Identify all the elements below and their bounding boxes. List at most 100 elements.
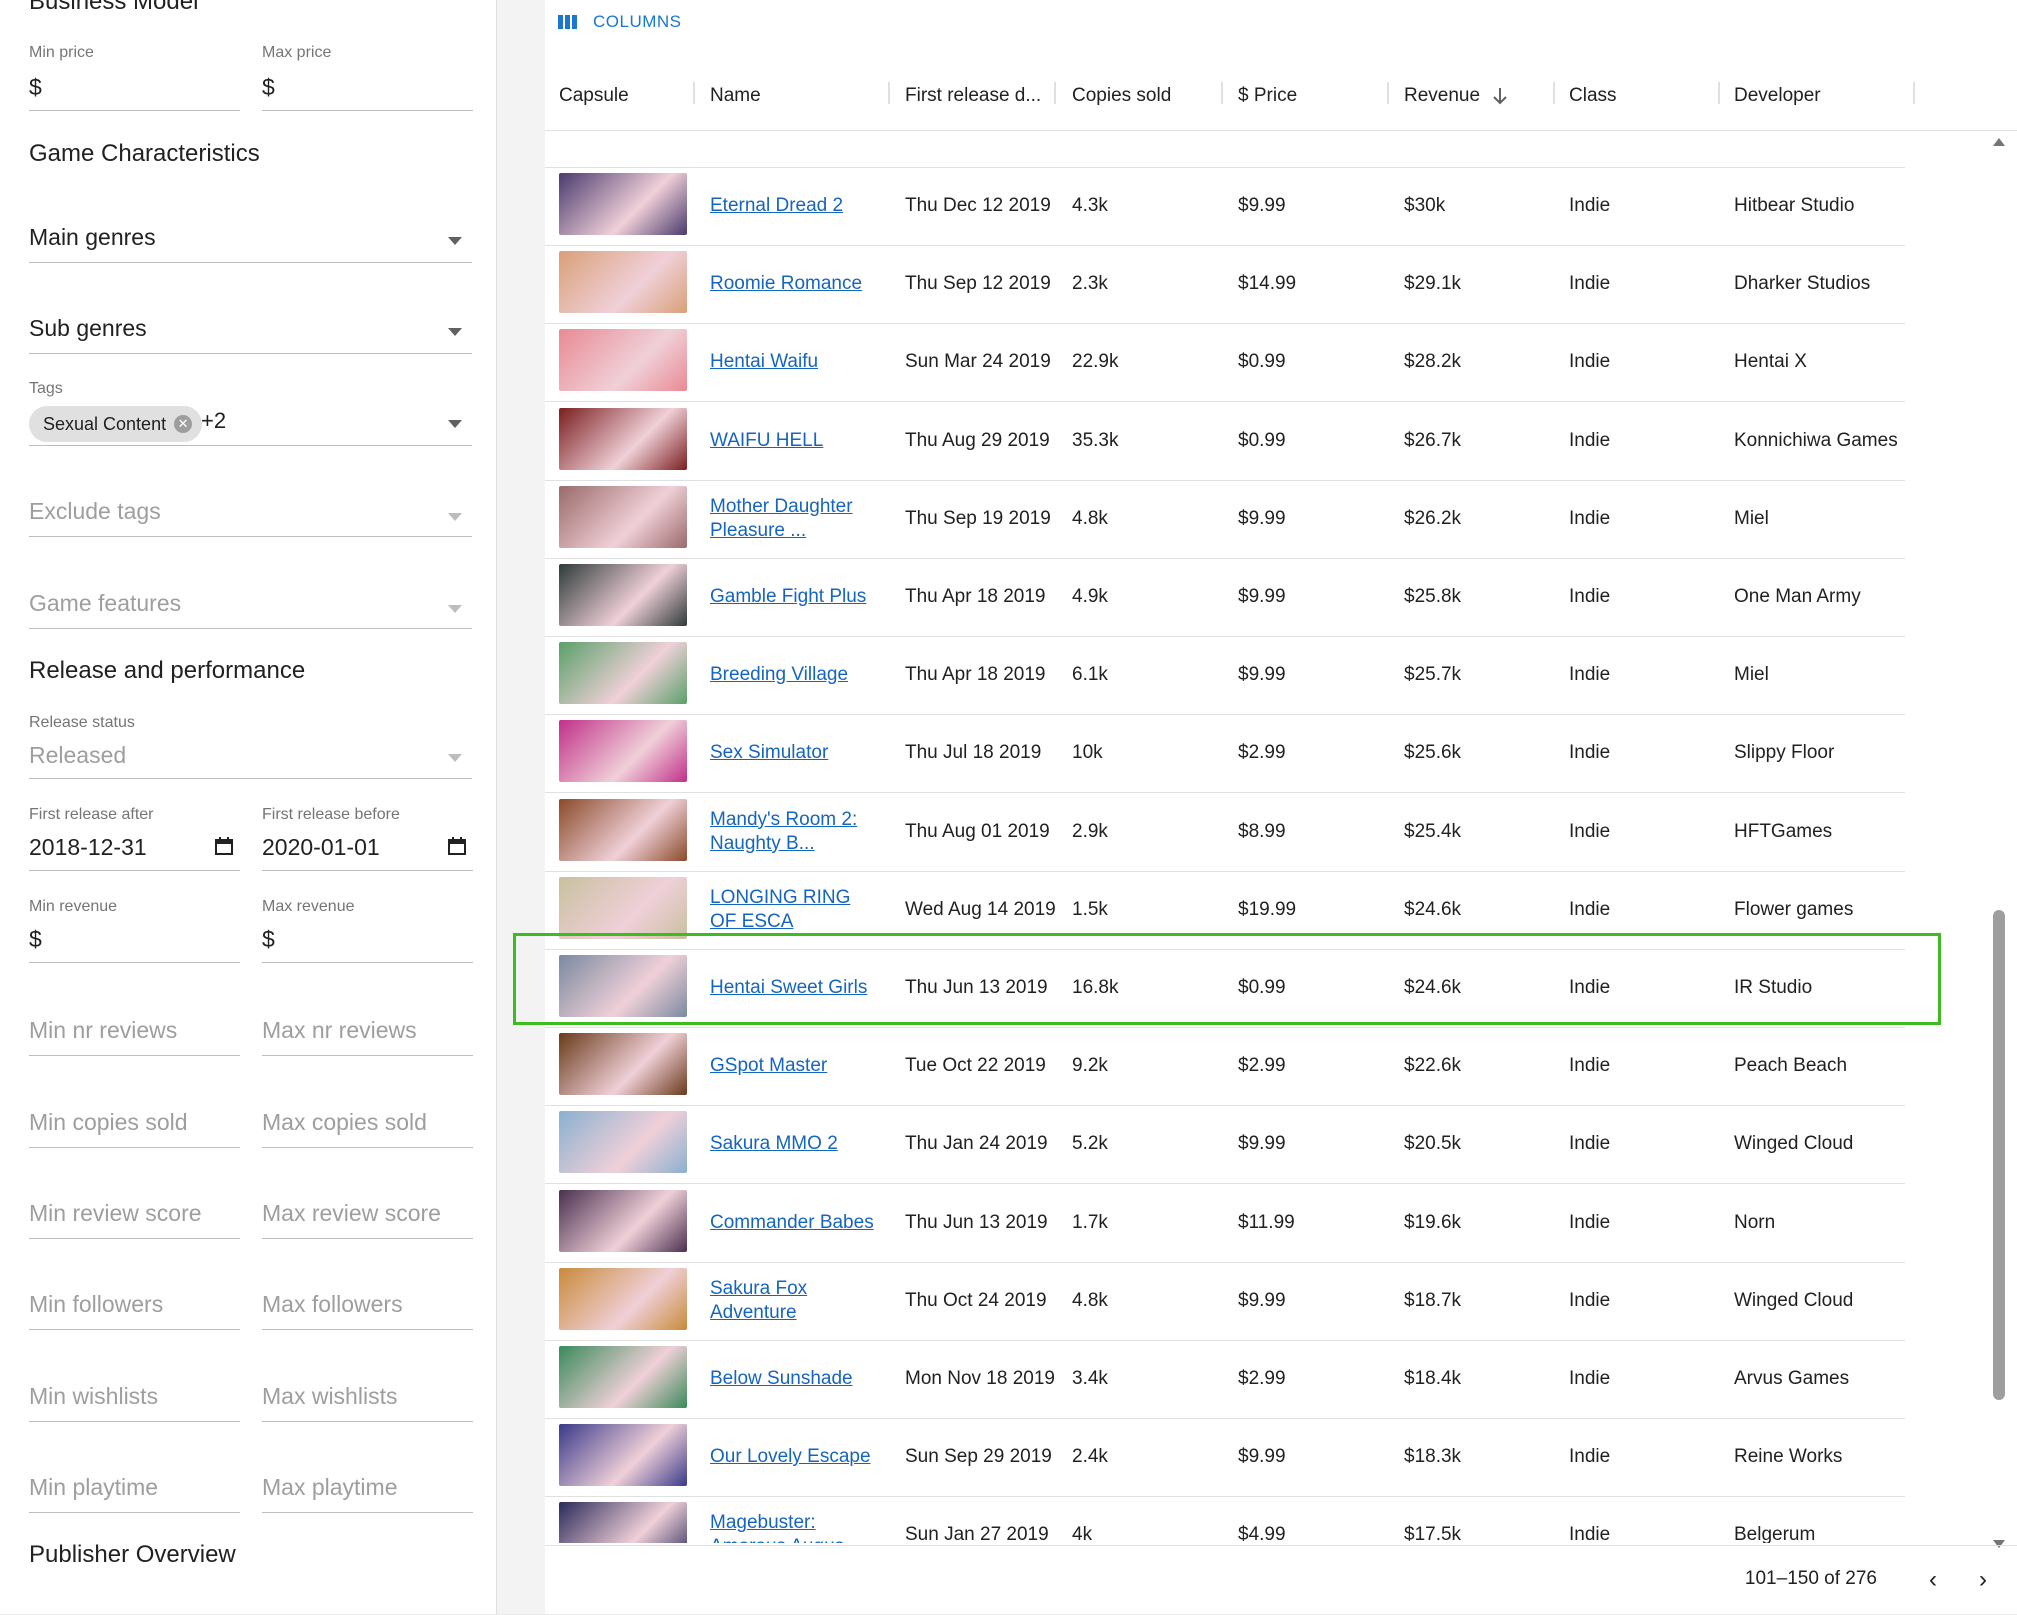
game-link[interactable]: Sakura MMO 2 <box>710 1132 838 1156</box>
header-capsule[interactable]: Capsule <box>559 62 629 130</box>
max-review-score-field[interactable]: Max review score <box>262 1200 473 1240</box>
header-copies-sold[interactable]: Copies sold <box>1072 62 1171 130</box>
table-row[interactable]: Commander Babes Thu Jun 13 2019 1.7k $11.99… <box>545 1184 1905 1263</box>
column-resizer[interactable] <box>1221 82 1223 104</box>
column-resizer[interactable] <box>1553 82 1555 104</box>
game-link[interactable]: Gamble Fight Plus <box>710 585 866 609</box>
game-link[interactable]: Hentai Waifu <box>710 350 818 374</box>
table-row[interactable]: Eternal Dread 2 Thu Dec 12 2019 4.3k $9.99 $… <box>545 167 1905 246</box>
max-nr-reviews-field[interactable]: Max nr reviews <box>262 1017 473 1057</box>
game-link[interactable]: Mandy's Room 2: Naughty B... <box>710 808 880 856</box>
first-release-before-field[interactable]: First release before 2020-01-01 <box>262 806 473 872</box>
first-release-after-field[interactable]: First release after 2018-12-31 <box>29 806 240 872</box>
game-link[interactable]: Hentai Sweet Girls <box>710 976 867 1000</box>
game-link[interactable]: Mother Daughter Pleasure ... <box>710 495 880 543</box>
table-row[interactable]: Roomie Romance Thu Sep 12 2019 2.3k $14.99 $… <box>545 245 1905 325</box>
table-row[interactable]: Below Sunshade Mon Nov 18 2019 3.4k $2.99 $1… <box>545 1340 1905 1419</box>
columns-icon <box>558 15 577 29</box>
table-row[interactable]: Hentai Sweet Girls Thu Jun 13 2019 16.8k $0… <box>545 949 1905 1028</box>
cell-developer: Miel <box>1734 507 1769 529</box>
column-resizer[interactable] <box>1718 82 1720 104</box>
header-name[interactable]: Name <box>710 62 761 130</box>
release-status-select[interactable]: Release status Released <box>29 714 472 780</box>
column-resizer[interactable] <box>1054 82 1056 104</box>
min-playtime-field[interactable]: Min playtime <box>29 1474 240 1514</box>
game-link[interactable]: Eternal Dread 2 <box>710 194 843 218</box>
tags-select[interactable]: Tags Sexual Content ✕ +2 <box>29 380 472 446</box>
header-revenue[interactable]: Revenue <box>1404 62 1510 130</box>
table-row[interactable]: Sakura MMO 2 Thu Jan 24 2019 5.2k $9.99 $20.… <box>545 1105 1905 1185</box>
header-first-release[interactable]: First release d... <box>905 62 1041 130</box>
game-link[interactable]: LONGING RING OF ESCA <box>710 886 880 934</box>
cell-date: Sun Sep 29 2019 <box>905 1446 1052 1468</box>
table-row[interactable]: Gamble Fight Plus Thu Apr 18 2019 4.9k $9.9… <box>545 558 1905 637</box>
max-price-field[interactable]: Max price $ <box>262 44 473 112</box>
max-revenue-field[interactable]: Max revenue $ <box>262 898 473 964</box>
prev-page-icon[interactable]: ‹ <box>1929 1566 1937 1594</box>
column-resizer[interactable] <box>1913 82 1915 104</box>
min-revenue-field[interactable]: Min revenue $ <box>29 898 240 964</box>
cell-name: Hentai Sweet Girls <box>710 949 880 1027</box>
game-features-select[interactable]: Game features <box>29 590 472 630</box>
table-row[interactable]: Hentai Waifu Sun Mar 24 2019 22.9k $0.99 $28… <box>545 323 1905 403</box>
column-resizer[interactable] <box>1387 82 1389 104</box>
game-link[interactable]: Our Lovely Escape <box>710 1445 871 1469</box>
table-row[interactable]: Magebuster: Amorous Augus... Sun Jan 27 2… <box>545 1496 1905 1543</box>
table-row[interactable]: Mandy's Room 2: Naughty B... Thu Aug 01 2… <box>545 793 1905 872</box>
cell-developer: HFTGames <box>1734 820 1833 842</box>
max-followers-field[interactable]: Max followers <box>262 1291 473 1331</box>
game-link[interactable]: Breeding Village <box>710 663 848 687</box>
game-link[interactable]: WAIFU HELL <box>710 429 823 453</box>
scroll-up-icon[interactable] <box>1993 138 2005 146</box>
min-review-score-field[interactable]: Min review score <box>29 1200 240 1240</box>
game-link[interactable]: Roomie Romance <box>710 272 862 296</box>
table-row[interactable]: Our Lovely Escape Sun Sep 29 2019 2.4k $9.9… <box>545 1418 1905 1498</box>
cell-copies: 6.1k <box>1072 664 1108 686</box>
sub-genres-select[interactable]: Sub genres <box>29 315 472 355</box>
table-row[interactable]: GSpot Master Tue Oct 22 2019 9.2k $2.99 $22.… <box>545 1027 1905 1107</box>
cell-price: $2.99 <box>1238 1368 1286 1389</box>
cell-price: $9.99 <box>1238 1133 1286 1155</box>
game-link[interactable]: Commander Babes <box>710 1211 874 1235</box>
capsule-image <box>559 876 687 939</box>
calendar-icon[interactable] <box>447 836 467 856</box>
min-followers-field[interactable]: Min followers <box>29 1291 240 1331</box>
min-wishlists-field[interactable]: Min wishlists <box>29 1383 240 1423</box>
table-row[interactable]: Sakura Fox Adventure Thu Oct 24 2019 4.8k $… <box>545 1262 1905 1341</box>
table-row[interactable]: Breeding Village Thu Apr 18 2019 6.1k $9.99… <box>545 636 1905 716</box>
cell-revenue: $20.5k <box>1404 1133 1462 1155</box>
column-resizer[interactable] <box>693 82 695 104</box>
calendar-icon[interactable] <box>214 836 234 856</box>
header-price[interactable]: $ Price <box>1238 62 1297 130</box>
column-resizer[interactable] <box>888 82 890 104</box>
cell-developer: Peach Beach <box>1734 1055 1848 1077</box>
table-row[interactable]: WAIFU HELL Thu Aug 29 2019 35.3k $0.99 $26.7… <box>545 402 1905 481</box>
game-link[interactable]: Magebuster: Amorous Augus... <box>710 1511 880 1543</box>
game-link[interactable]: Below Sunshade <box>710 1367 853 1391</box>
game-link[interactable]: GSpot Master <box>710 1054 827 1078</box>
columns-button[interactable]: COLUMNS <box>557 12 682 32</box>
cell-class: Indie <box>1569 1211 1611 1233</box>
cell-revenue: $19.6k <box>1404 1211 1462 1233</box>
capsule-image <box>559 407 687 470</box>
header-developer[interactable]: Developer <box>1734 62 1821 130</box>
max-playtime-field[interactable]: Max playtime <box>262 1474 473 1514</box>
tag-chip[interactable]: Sexual Content ✕ <box>29 406 203 442</box>
game-link[interactable]: Sex Simulator <box>710 741 828 765</box>
game-link[interactable]: Sakura Fox Adventure <box>710 1277 880 1325</box>
table-row[interactable]: Sex Simulator Thu Jul 18 2019 10k $2.99 $25.… <box>545 714 1905 794</box>
min-nr-reviews-field[interactable]: Min nr reviews <box>29 1017 240 1057</box>
table-row[interactable]: Mother Daughter Pleasure ... Thu Sep 19 2… <box>545 480 1905 559</box>
capsule-image <box>559 1033 687 1096</box>
min-copies-sold-field[interactable]: Min copies sold <box>29 1109 240 1149</box>
main-genres-select[interactable]: Main genres <box>29 224 472 264</box>
max-copies-sold-field[interactable]: Max copies sold <box>262 1109 473 1149</box>
header-class[interactable]: Class <box>1569 62 1617 130</box>
exclude-tags-select[interactable]: Exclude tags <box>29 498 472 538</box>
next-page-icon[interactable]: › <box>1979 1566 1987 1594</box>
min-price-field[interactable]: Min price $ <box>29 44 240 112</box>
max-wishlists-field[interactable]: Max wishlists <box>262 1383 473 1423</box>
scrollbar-thumb[interactable] <box>1993 910 2005 1400</box>
close-icon[interactable]: ✕ <box>174 415 193 433</box>
table-row[interactable]: LONGING RING OF ESCA Wed Aug 14 2019 1.5k $… <box>545 871 1905 950</box>
